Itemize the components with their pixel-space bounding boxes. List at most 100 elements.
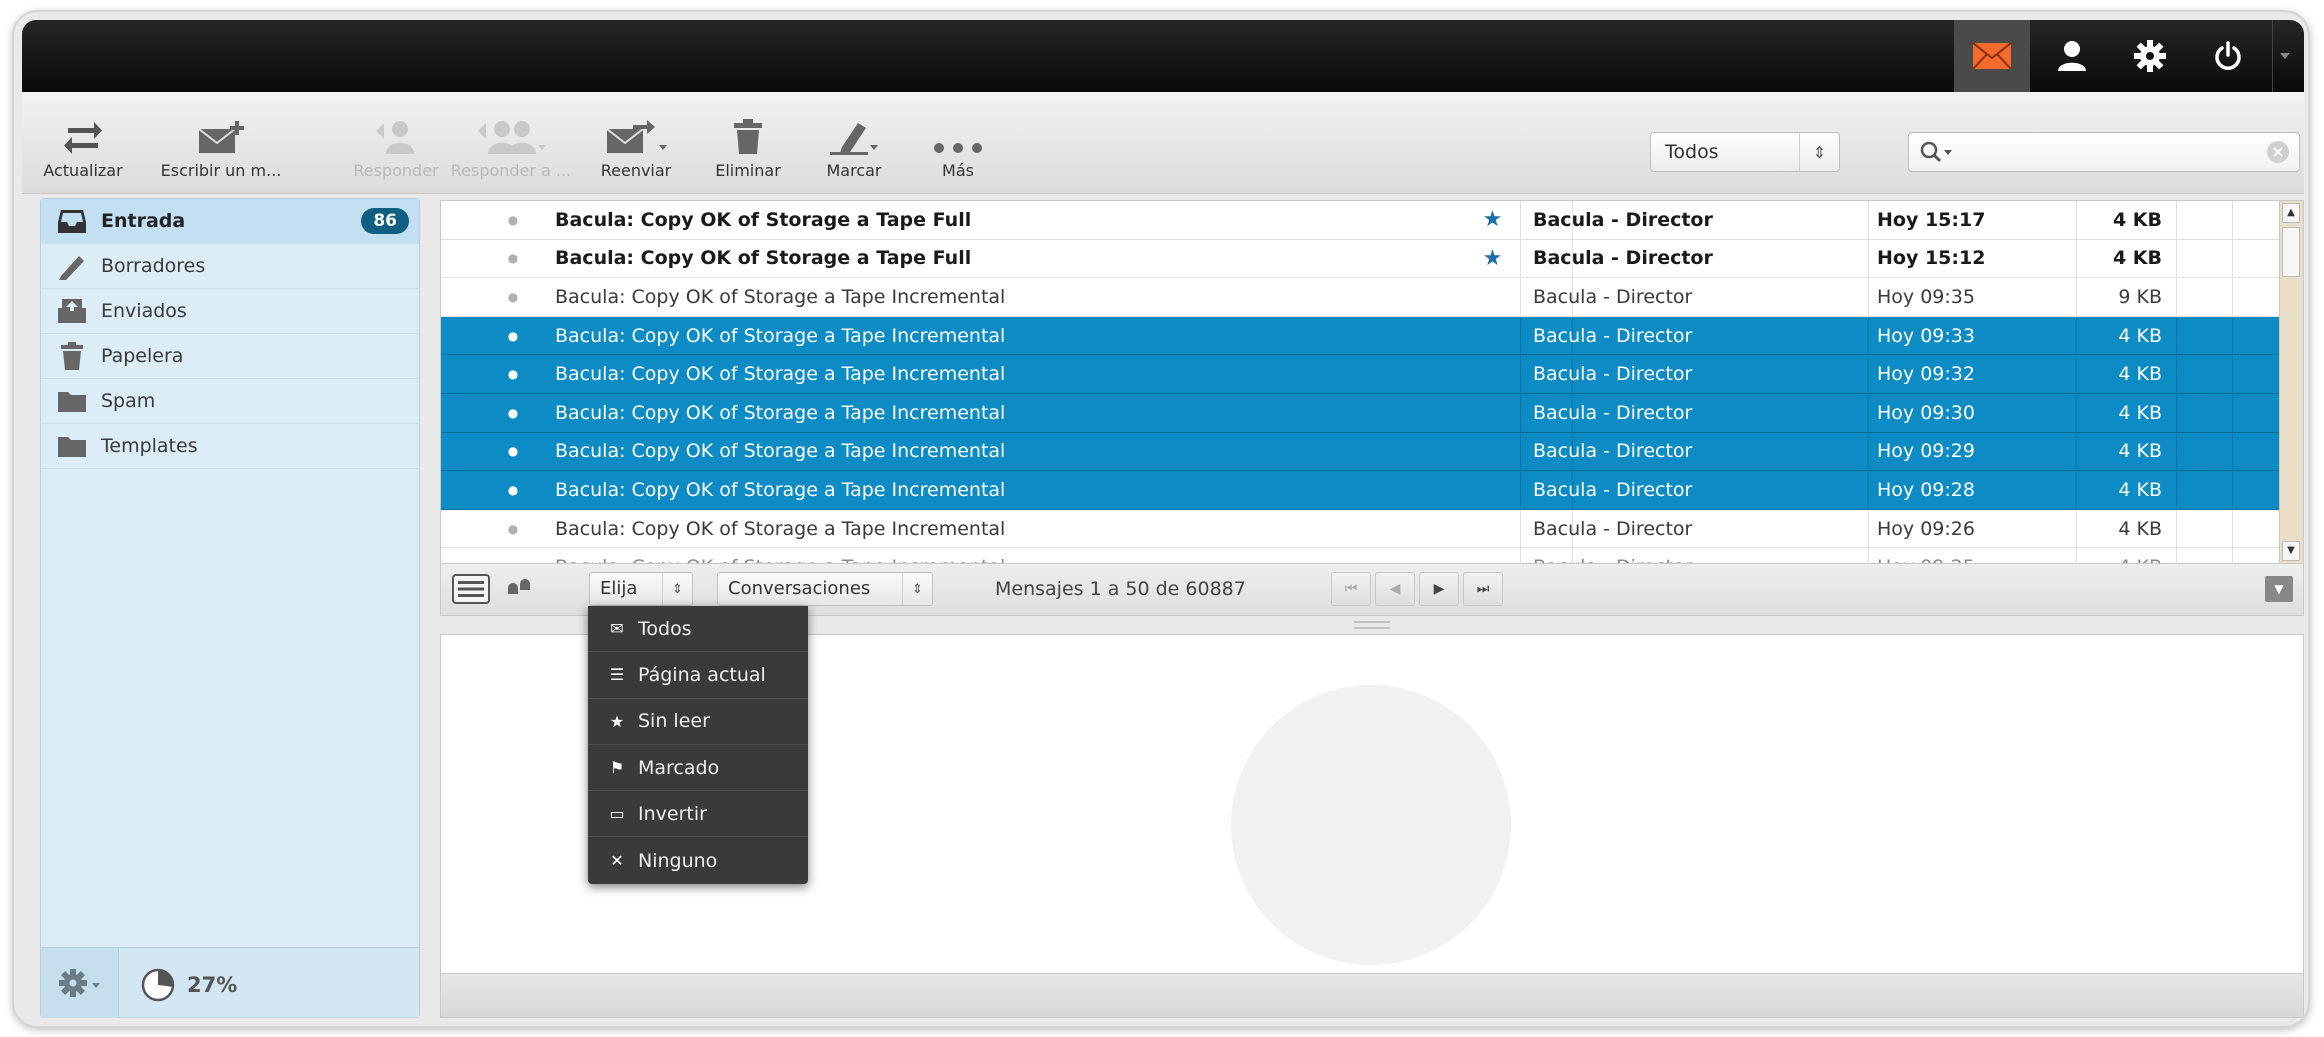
table-row[interactable]: ● Bacula: Copy OK of Storage a Tape Incre…: [441, 355, 2281, 394]
date-cell: Hoy 09:32: [1869, 355, 2077, 393]
marker-icon: [830, 123, 878, 155]
menu-item-todos[interactable]: ✉ Todos: [588, 606, 808, 653]
from-cell: Bacula - Director: [1533, 201, 1869, 239]
user-icon: [2058, 41, 2086, 71]
sidebar-item-spam[interactable]: Spam: [41, 379, 419, 424]
size-cell: 4 KB: [2077, 394, 2177, 432]
status-dot-icon[interactable]: ●: [505, 433, 521, 471]
x-icon: ✕: [610, 851, 624, 871]
status-dot-icon[interactable]: ●: [505, 278, 521, 316]
status-dot-icon[interactable]: ●: [505, 471, 521, 509]
more-menu-button[interactable]: [2272, 20, 2296, 92]
filter-select[interactable]: Todos ⇕: [1650, 132, 1840, 172]
sidebar-item-entrada[interactable]: Entrada 86: [41, 199, 419, 244]
logout-button[interactable]: [2190, 20, 2266, 92]
search-icon[interactable]: [1919, 140, 1955, 164]
menu-item-marcado[interactable]: ⚑ Marcado: [588, 745, 808, 792]
status-dot-icon[interactable]: ●: [505, 355, 521, 393]
flag-star-icon[interactable]: [1465, 548, 1521, 563]
menu-item-página-actual[interactable]: ☰ Página actual: [588, 652, 808, 699]
next-page-button[interactable]: ▶: [1419, 572, 1459, 606]
list-options-button[interactable]: [451, 572, 491, 606]
flag-star-icon[interactable]: [1465, 432, 1521, 471]
table-row[interactable]: ● Bacula: Copy OK of Storage a Tape Full ★…: [441, 201, 2281, 240]
status-dot-icon[interactable]: ●: [505, 240, 521, 278]
from-cell: Bacula - Director: [1533, 509, 1869, 548]
mark-button[interactable]: Marcar: [814, 102, 894, 186]
last-page-button[interactable]: ⏭: [1463, 572, 1503, 606]
table-row[interactable]: ● Bacula: Copy OK of Storage a Tape Incre…: [441, 548, 2281, 563]
compose-button[interactable]: Escribir un m...: [156, 102, 286, 186]
sent-icon: [55, 298, 89, 324]
status-dot-icon[interactable]: ●: [505, 548, 521, 563]
table-row[interactable]: ● Bacula: Copy OK of Storage a Tape Incre…: [441, 278, 2281, 317]
menu-item-ninguno[interactable]: ✕ Ninguno: [588, 837, 808, 883]
collapse-preview-button[interactable]: ▼: [2265, 576, 2293, 602]
scroll-down-icon[interactable]: ▼: [2282, 541, 2300, 561]
prev-page-button[interactable]: ◀: [1375, 572, 1415, 606]
settings-button[interactable]: [2112, 20, 2188, 92]
menu-item-invertir[interactable]: ▭ Invertir: [588, 791, 808, 838]
table-row[interactable]: ● Bacula: Copy OK of Storage a Tape Incre…: [441, 471, 2281, 510]
pane-splitter[interactable]: [1354, 621, 1390, 629]
table-row[interactable]: ● Bacula: Copy OK of Storage a Tape Full ★…: [441, 239, 2281, 279]
sidebar-item-templates[interactable]: Templates: [41, 424, 419, 469]
more-label: Más: [942, 161, 974, 180]
table-row[interactable]: ● Bacula: Copy OK of Storage a Tape Incre…: [441, 316, 2281, 356]
threads-toggle-button[interactable]: [503, 572, 537, 606]
date-cell: Hoy 09:30: [1869, 394, 2077, 432]
status-dot-icon[interactable]: ●: [505, 201, 521, 239]
sidebar-item-borradores[interactable]: Borradores: [41, 244, 419, 289]
sidebar-item-papelera[interactable]: Papelera: [41, 334, 419, 379]
status-dot-icon[interactable]: ●: [505, 510, 521, 548]
mail-app-button[interactable]: [1954, 20, 2030, 92]
flag-star-icon[interactable]: [1465, 355, 1521, 393]
threads-dropdown[interactable]: Conversaciones ⇕: [717, 572, 933, 606]
folder-label: Enviados: [101, 300, 187, 322]
more-button[interactable]: Más: [918, 102, 998, 186]
first-page-icon: ⏮: [1344, 581, 1358, 597]
reply-button[interactable]: Responder: [348, 102, 444, 186]
flag-star-icon[interactable]: [1465, 316, 1521, 355]
threads-icon: [508, 579, 530, 594]
menu-item-label: Ninguno: [638, 849, 718, 872]
flag-icon: ⚑: [609, 758, 625, 778]
flag-star-icon[interactable]: [1465, 278, 1521, 316]
inbox-icon: [55, 208, 89, 234]
folder-label: Templates: [101, 435, 198, 457]
reply-all-button[interactable]: Responder a ...: [446, 102, 576, 186]
sidebar-item-enviados[interactable]: Enviados: [41, 289, 419, 334]
date-cell: Hoy 15:12: [1869, 239, 2077, 278]
select-dropdown[interactable]: Elija ⇕: [589, 572, 693, 606]
status-dot-icon[interactable]: ●: [505, 317, 521, 355]
scroll-thumb[interactable]: [2282, 227, 2300, 277]
flag-star-icon[interactable]: [1465, 509, 1521, 548]
table-row[interactable]: ● Bacula: Copy OK of Storage a Tape Incre…: [441, 432, 2281, 472]
delete-button[interactable]: Eliminar: [708, 102, 788, 186]
search-input[interactable]: [1965, 139, 2255, 165]
refresh-button[interactable]: Actualizar: [38, 102, 128, 186]
menu-item-sin-leer[interactable]: ★ Sin leer: [588, 699, 808, 745]
date-cell: Hoy 15:17: [1869, 201, 2077, 239]
table-row[interactable]: ● Bacula: Copy OK of Storage a Tape Incre…: [441, 509, 2281, 549]
forward-icon: [606, 120, 667, 153]
size-cell: 4 KB: [2077, 201, 2177, 239]
attachment-cell: [2177, 548, 2233, 563]
list-scrollbar[interactable]: ▲ ▼: [2279, 201, 2303, 563]
folder-actions-button[interactable]: [41, 948, 119, 1018]
status-dot-icon[interactable]: ●: [505, 394, 521, 432]
from-cell: Bacula - Director: [1533, 316, 1869, 355]
flag-star-icon[interactable]: ★: [1465, 239, 1521, 278]
clear-search-icon[interactable]: ×: [2267, 141, 2289, 163]
pencil-icon: [55, 252, 89, 280]
first-page-button[interactable]: ⏮: [1331, 572, 1371, 606]
forward-button[interactable]: Reenviar: [588, 102, 684, 186]
table-row[interactable]: ● Bacula: Copy OK of Storage a Tape Incre…: [441, 394, 2281, 433]
caret-down-icon: ▼: [2274, 582, 2284, 596]
reply-label: Responder: [353, 161, 439, 180]
flag-star-icon[interactable]: [1465, 394, 1521, 432]
flag-star-icon[interactable]: [1465, 471, 1521, 509]
scroll-up-icon[interactable]: ▲: [2282, 203, 2300, 223]
flag-star-icon[interactable]: ★: [1465, 201, 1521, 239]
contacts-button[interactable]: [2034, 20, 2110, 92]
